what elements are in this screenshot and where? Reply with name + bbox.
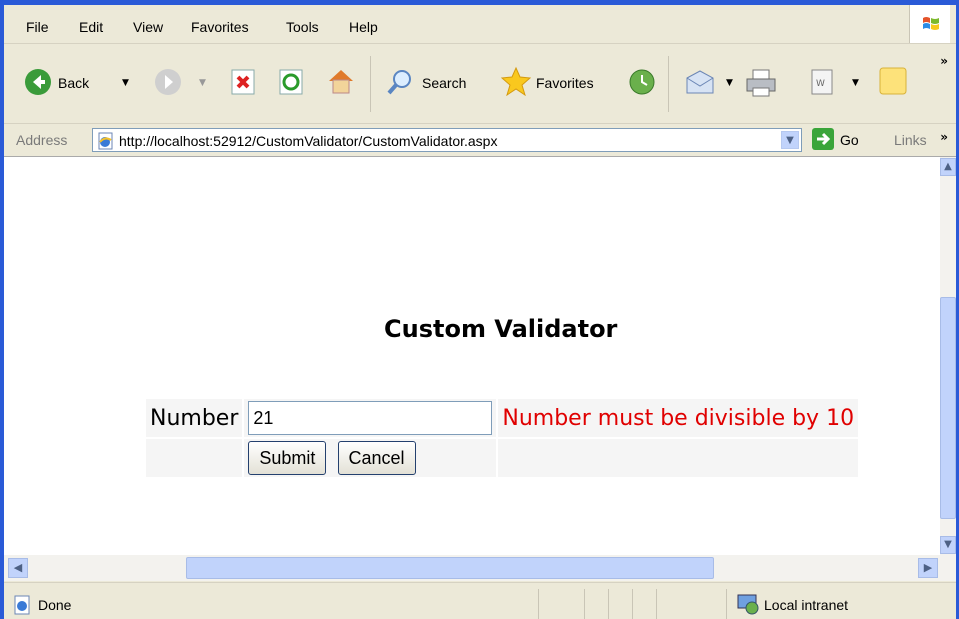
status-divider [656,589,657,619]
browser-window: File Edit View Favorites Tools Help Back… [0,0,959,619]
discuss-icon[interactable] [878,66,908,96]
home-icon[interactable] [326,66,356,96]
menu-tools[interactable]: Tools [286,19,319,35]
address-dropdown-icon[interactable]: ▼ [781,131,799,149]
validator-form: Number Number must be divisible by 10 Su… [144,397,861,479]
status-divider [538,589,539,619]
address-bar: Address http://localhost:52912/CustomVal… [4,124,956,157]
back-icon[interactable] [24,68,52,96]
menu-view[interactable]: View [133,19,163,35]
mail-icon[interactable] [684,68,716,96]
stop-icon[interactable] [230,68,256,96]
toolbar: Back ▼ ▼ Search Favorites ▼ W ▼ » [4,44,956,124]
validation-error-message: Number must be divisible by 10 [502,405,855,431]
empty-cell [146,439,243,477]
number-input[interactable] [248,401,493,435]
menu-favorites[interactable]: Favorites [191,19,249,35]
security-zone: Local intranet [764,597,849,613]
edit-dropdown-icon[interactable]: ▼ [852,78,859,88]
svg-text:W: W [816,79,825,89]
scroll-left-icon[interactable]: ◀ [8,558,28,578]
go-button[interactable]: Go [840,132,859,148]
forward-dropdown-icon[interactable]: ▼ [199,78,206,88]
form-row-number: Number Number must be divisible by 10 [146,399,859,437]
menu-edit[interactable]: Edit [79,19,103,35]
go-arrow-icon[interactable] [812,128,834,150]
search-icon[interactable] [386,68,414,96]
status-divider [608,589,609,619]
favorites-button[interactable]: Favorites [536,75,594,91]
number-label-cell: Number [146,399,243,437]
status-divider [584,589,585,619]
refresh-icon[interactable] [278,68,304,96]
page-status-icon [14,595,30,615]
address-input[interactable]: http://localhost:52912/CustomValidator/C… [92,128,802,152]
intranet-zone-icon [737,594,759,615]
toolbar-separator [370,56,371,112]
links-button[interactable]: Links [894,132,927,148]
status-divider [726,589,727,619]
favorites-star-icon[interactable] [500,66,532,96]
number-input-cell [244,399,497,437]
cancel-button[interactable]: Cancel [337,441,416,475]
address-label: Address [16,132,68,148]
forward-icon[interactable] [154,68,182,96]
page-content: Custom Validator Number Number must be d… [4,157,940,555]
address-url: http://localhost:52912/CustomValidator/C… [119,133,498,149]
submit-button[interactable]: Submit [248,441,327,475]
horizontal-scroll-thumb[interactable] [186,557,714,579]
number-label: Number [150,405,239,431]
scroll-right-icon[interactable]: ▶ [918,558,938,578]
windows-logo [909,5,950,43]
menu-bar: File Edit View Favorites Tools Help [4,5,956,44]
vertical-scroll-thumb[interactable] [940,297,956,519]
status-bar: Done Local intranet [4,582,956,619]
history-icon[interactable] [628,68,656,96]
back-dropdown-icon[interactable]: ▼ [122,78,129,88]
horizontal-scrollbar[interactable]: ◀ ▶ [4,555,956,581]
mail-dropdown-icon[interactable]: ▼ [726,78,733,88]
links-overflow-icon[interactable]: » [940,130,948,144]
scroll-down-icon[interactable]: ▼ [940,536,956,554]
search-button[interactable]: Search [422,75,466,91]
scroll-up-icon[interactable]: ▲ [940,158,956,176]
form-row-buttons: Submit Cancel [146,439,859,477]
edit-document-icon[interactable]: W [810,68,834,96]
status-divider [632,589,633,619]
error-cell: Number must be divisible by 10 [498,399,859,437]
status-text: Done [38,597,72,613]
menu-help[interactable]: Help [349,19,378,35]
vertical-scrollbar[interactable]: ▲ ▼ [940,157,956,555]
buttons-cell: Submit Cancel [244,439,497,477]
windows-flag-icon [923,17,939,30]
back-button[interactable]: Back [58,75,89,91]
empty-cell [498,439,859,477]
page-icon [98,132,113,150]
page-title: Custom Validator [384,315,618,343]
menu-file[interactable]: File [26,19,49,35]
toolbar-separator [668,56,669,112]
toolbar-overflow-icon[interactable]: » [940,54,948,68]
print-icon[interactable] [744,68,778,98]
